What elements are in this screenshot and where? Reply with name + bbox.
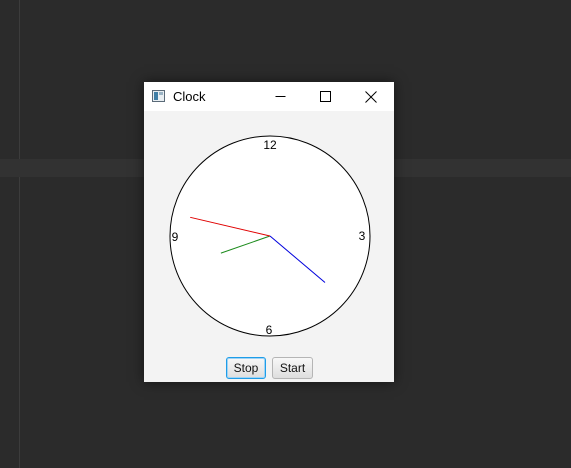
java-app-icon [152, 90, 165, 102]
numeral-12: 12 [263, 138, 277, 152]
start-button[interactable]: Start [272, 357, 313, 379]
maximize-icon [319, 91, 331, 102]
numeral-9: 9 [172, 230, 179, 244]
clock-window: Clock 12 3 6 9 Stop Start [144, 82, 394, 382]
window-title: Clock [173, 89, 206, 104]
analog-clock: 12 3 6 9 [169, 135, 371, 337]
maximize-button[interactable] [302, 82, 348, 111]
stop-button[interactable]: Stop [226, 357, 266, 379]
minimize-button[interactable] [257, 82, 303, 111]
close-button[interactable] [348, 82, 394, 111]
numeral-3: 3 [359, 229, 366, 243]
window-content: 12 3 6 9 Stop Start [144, 111, 394, 382]
numeral-6: 6 [266, 323, 273, 337]
window-titlebar[interactable]: Clock [144, 82, 394, 111]
ide-gutter-divider [19, 0, 20, 468]
minimize-icon [275, 96, 285, 97]
close-icon [365, 90, 377, 103]
